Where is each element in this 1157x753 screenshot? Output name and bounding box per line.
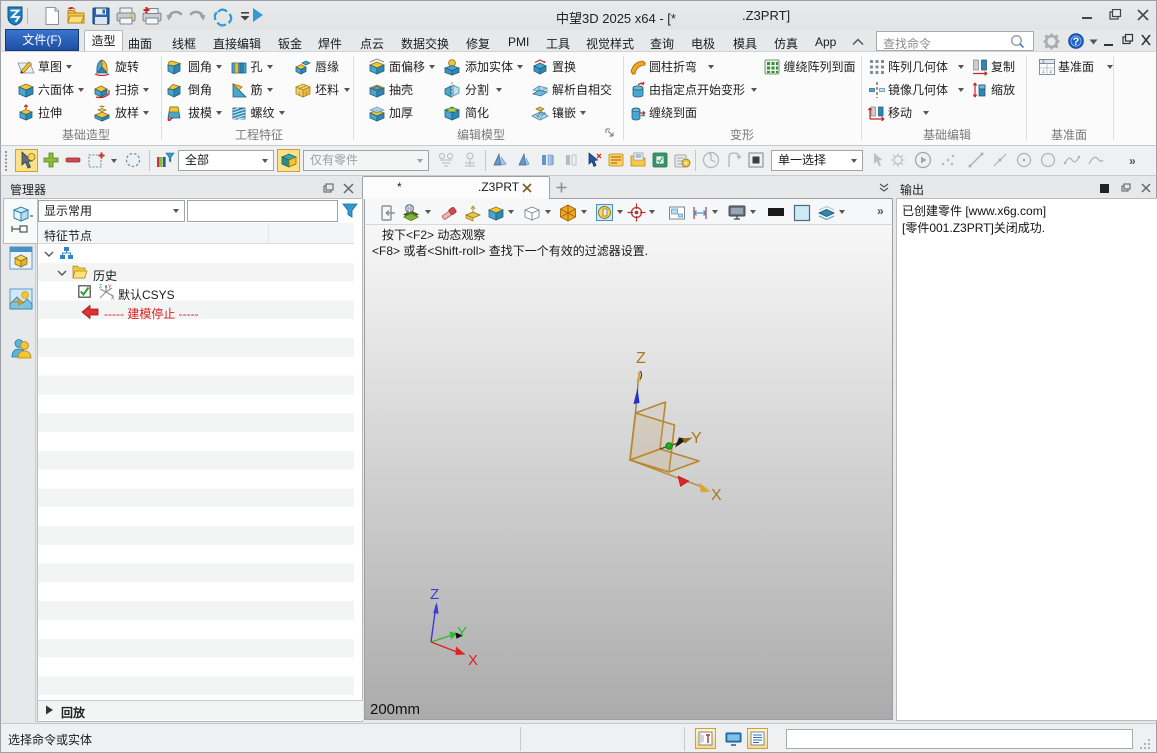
svg-text:?: ? bbox=[1073, 36, 1080, 48]
